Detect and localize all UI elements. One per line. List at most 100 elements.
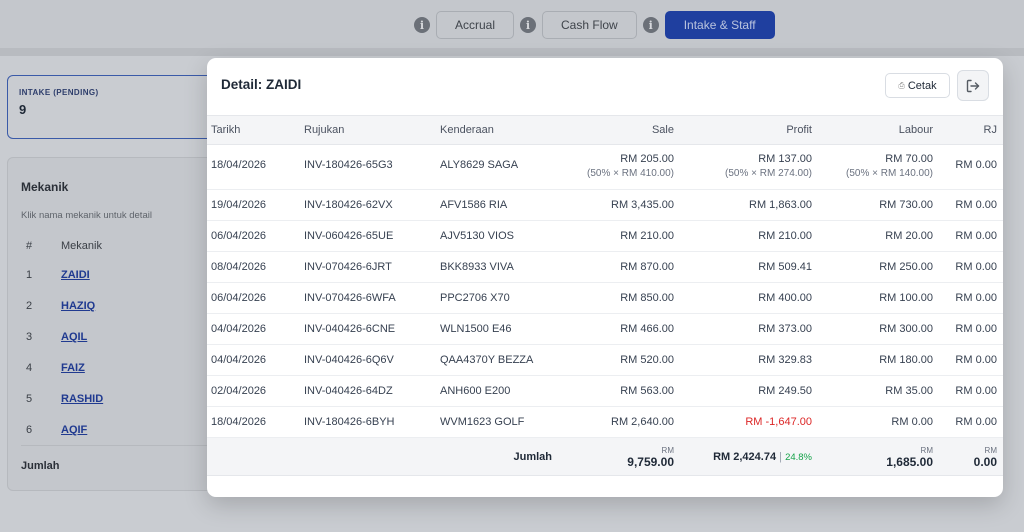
cell-kenderaan: ANH600 E200	[440, 385, 511, 397]
table-header: Tarikh Rujukan Kenderaan Sale Profit Lab…	[207, 115, 1003, 145]
cell-tarikh: 04/04/2026	[211, 354, 267, 366]
info-icon[interactable]: i	[520, 17, 537, 33]
intake-label: INTAKE (PENDING)	[19, 88, 99, 97]
col-mechanic: Mekanik	[61, 240, 102, 252]
tab-accrual[interactable]: Accrual	[436, 11, 515, 39]
mechanic-link[interactable]: ZAIDI	[61, 269, 90, 281]
print-button[interactable]: ⎙ Cetak	[885, 73, 950, 98]
cell-tarikh: 06/04/2026	[211, 292, 267, 304]
currency-label: RM	[661, 446, 674, 455]
cell-kenderaan: QAA4370Y BEZZA	[440, 354, 534, 366]
cell-rujukan: INV-060426-65UE	[304, 230, 394, 242]
col-kenderaan: Kenderaan	[440, 124, 494, 136]
cell-rujukan: INV-070426-6JRT	[304, 261, 392, 273]
total-labour-value: 1,685.00	[886, 455, 933, 469]
cell-rujukan: INV-040426-6Q6V	[304, 354, 394, 366]
detail-table: Tarikh Rujukan Kenderaan Sale Profit Lab…	[207, 115, 1003, 476]
mechanic-no: 6	[26, 424, 33, 436]
table-row: 18/04/2026 INV-180426-6BYH WVM1623 GOLF RM …	[207, 407, 1003, 438]
cell-rujukan: INV-180426-62VX	[304, 199, 393, 211]
cell-profit: RM 400.00	[758, 292, 812, 304]
tab-bar: i Accrual i Cash Flow i Intake & Staff	[414, 11, 775, 39]
profit-percent: 24.8%	[785, 452, 812, 463]
table-total-row: Jumlah RM 9,759.00 RM 2,424.74 | 24.8% R…	[207, 438, 1003, 476]
mechanic-link[interactable]: RASHID	[61, 393, 103, 405]
cell-rujukan: INV-040426-64DZ	[304, 385, 393, 397]
mechanic-link[interactable]: AQIF	[61, 424, 87, 436]
cell-kenderaan: AJV5130 VIOS	[440, 230, 514, 242]
cell-profit: RM 249.50	[758, 385, 812, 397]
table-row: 18/04/2026 INV-180426-65G3 ALY8629 SAGA RM …	[207, 145, 1003, 190]
cell-labour-breakdown: (50% × RM 140.00)	[846, 168, 933, 179]
cell-labour: RM 730.00	[879, 199, 933, 211]
col-labour: Labour	[898, 124, 933, 136]
cell-labour: RM 0.00	[891, 416, 933, 428]
cell-rujukan: INV-180426-6BYH	[304, 416, 395, 428]
cell-profit: RM 137.00 (50% × RM 274.00)	[725, 153, 812, 179]
cell-rj: RM 0.00	[955, 230, 997, 242]
table-row: 06/04/2026 INV-060426-65UE AJV5130 VIOS RM …	[207, 221, 1003, 252]
cell-sale: RM 2,640.00	[611, 416, 674, 428]
cell-tarikh: 18/04/2026	[211, 159, 267, 171]
cell-profit-breakdown: (50% × RM 274.00)	[725, 168, 812, 179]
cell-profit: RM 210.00	[758, 230, 812, 242]
cell-kenderaan: WLN1500 E46	[440, 323, 512, 335]
cell-tarikh: 02/04/2026	[211, 385, 267, 397]
cell-tarikh: 06/04/2026	[211, 230, 267, 242]
total-label: Jumlah	[513, 451, 552, 463]
mechanic-link[interactable]: FAIZ	[61, 362, 85, 374]
cell-rujukan: INV-070426-6WFA	[304, 292, 396, 304]
tab-intake-staff[interactable]: Intake & Staff	[664, 11, 775, 39]
total-rj: RM 0.00	[974, 446, 997, 469]
cell-kenderaan: WVM1623 GOLF	[440, 416, 525, 428]
total-labour: RM 1,685.00	[886, 446, 933, 469]
currency-label: RM	[984, 446, 997, 455]
divider	[0, 48, 1024, 56]
cell-sale-breakdown: (50% × RM 410.00)	[587, 168, 674, 179]
close-button[interactable]	[957, 70, 989, 101]
printer-icon: ⎙	[898, 80, 905, 90]
cell-tarikh: 04/04/2026	[211, 323, 267, 335]
cell-rj: RM 0.00	[955, 416, 997, 428]
cell-sale: RM 466.00	[620, 323, 674, 335]
cell-tarikh: 19/04/2026	[211, 199, 267, 211]
cell-sale: RM 563.00	[620, 385, 674, 397]
total-profit: RM 2,424.74 | 24.8%	[713, 451, 812, 463]
cell-labour-value: RM 70.00	[885, 153, 933, 165]
total-sale-value: 9,759.00	[627, 455, 674, 469]
cell-labour: RM 20.00	[885, 230, 933, 242]
cell-kenderaan: ALY8629 SAGA	[440, 159, 519, 171]
cell-rj: RM 0.00	[955, 292, 997, 304]
table-row: 04/04/2026 INV-040426-6Q6V QAA4370Y BEZZA R…	[207, 345, 1003, 376]
cell-labour: RM 180.00	[879, 354, 933, 366]
total-rj-value: 0.00	[973, 455, 997, 469]
cell-rj: RM 0.00	[955, 261, 997, 273]
cell-sale: RM 205.00 (50% × RM 410.00)	[587, 153, 674, 179]
table-body: 18/04/2026 INV-180426-65G3 ALY8629 SAGA RM …	[207, 145, 1003, 438]
modal-title: Detail: ZAIDI	[221, 77, 302, 92]
cell-kenderaan: PPC2706 X70	[440, 292, 510, 304]
total-sale: RM 9,759.00	[627, 446, 674, 469]
tab-cash-flow[interactable]: Cash Flow	[542, 11, 637, 39]
cell-sale: RM 210.00	[620, 230, 674, 242]
mechanic-no: 2	[26, 300, 33, 312]
cell-kenderaan: AFV1586 RIA	[440, 199, 508, 211]
cell-sale: RM 520.00	[620, 354, 674, 366]
profit-separator: |	[779, 451, 782, 463]
mechanic-link[interactable]: HAZIQ	[61, 300, 95, 312]
table-row: 04/04/2026 INV-040426-6CNE WLN1500 E46 RM 4…	[207, 314, 1003, 345]
cell-profit: RM 329.83	[758, 354, 812, 366]
cell-sale: RM 870.00	[620, 261, 674, 273]
cell-rj: RM 0.00	[955, 323, 997, 335]
cell-tarikh: 08/04/2026	[211, 261, 267, 273]
cell-rj: RM 0.00	[955, 385, 997, 397]
detail-modal: Detail: ZAIDI ⎙ Cetak Tarikh Rujukan Ken…	[207, 58, 1003, 497]
cell-tarikh: 18/04/2026	[211, 416, 267, 428]
cell-labour: RM 35.00	[885, 385, 933, 397]
col-tarikh: Tarikh	[211, 124, 241, 136]
col-profit: Profit	[786, 124, 812, 136]
mechanic-link[interactable]: AQIL	[61, 331, 87, 343]
info-icon[interactable]: i	[414, 17, 430, 33]
info-icon[interactable]: i	[642, 17, 659, 33]
col-rujukan: Rujukan	[304, 124, 345, 136]
